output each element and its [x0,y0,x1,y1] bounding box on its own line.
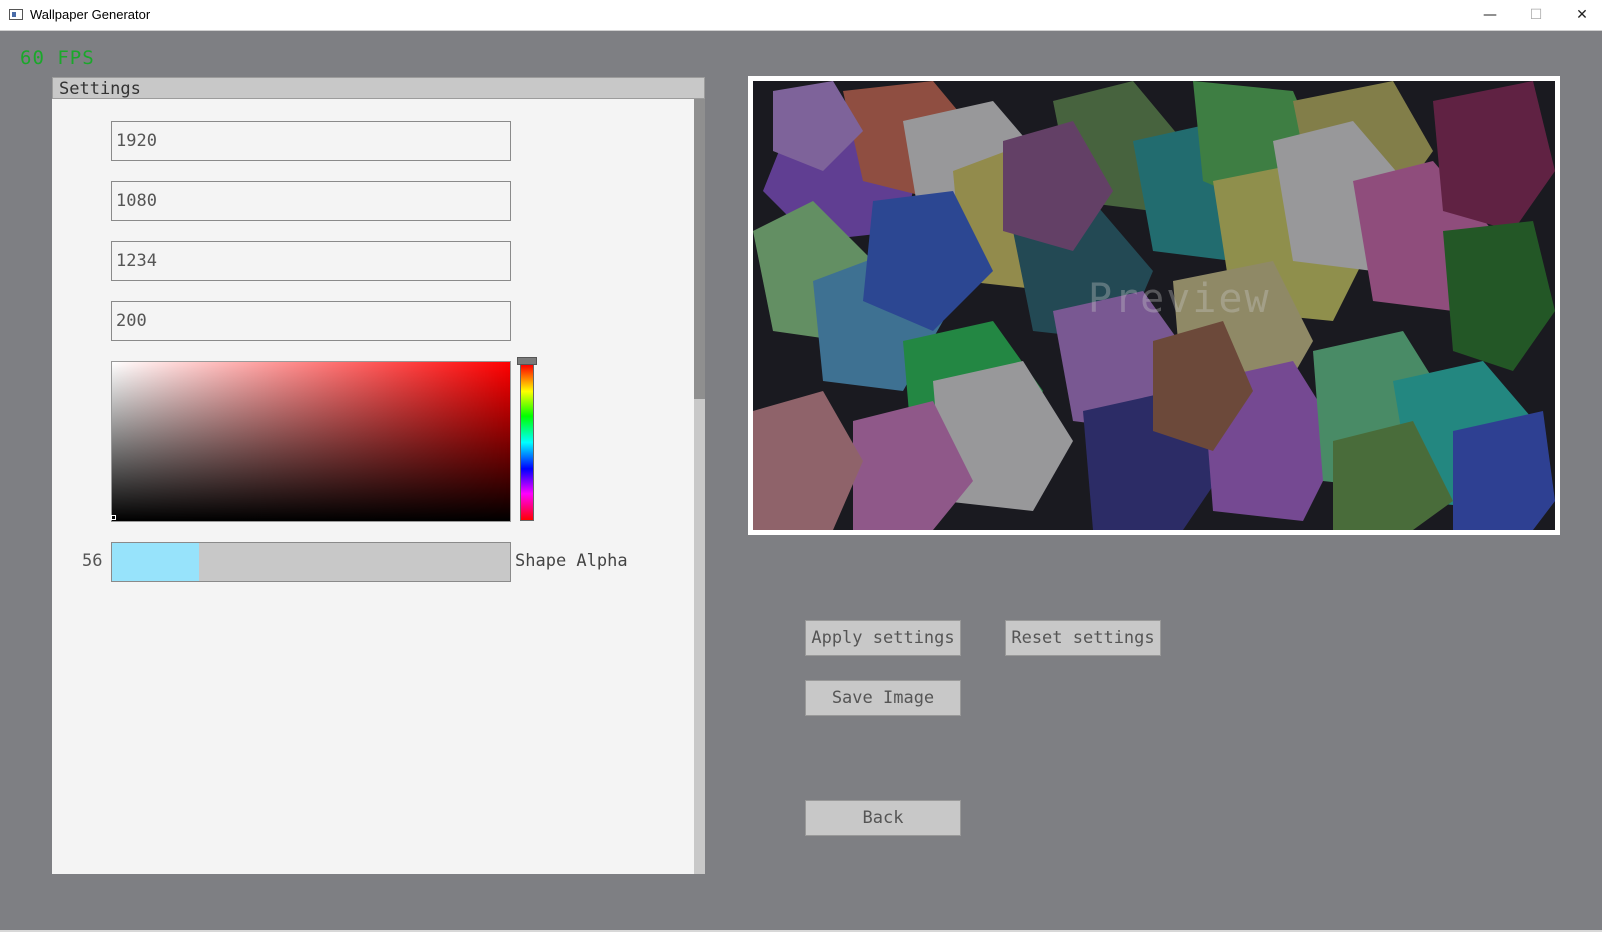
preview-image: Preview [753,81,1555,530]
close-button[interactable]: ✕ [1559,0,1602,30]
height-input[interactable] [111,181,511,221]
hue-slider-handle[interactable] [517,357,537,365]
shape-alpha-label: Shape Alpha [515,551,628,571]
settings-header[interactable]: Settings [52,77,705,99]
window-title: Wallpaper Generator [30,7,151,22]
reset-settings-button[interactable]: Reset settings [1005,620,1161,656]
color-picker-cursor[interactable] [111,515,116,520]
fps-counter: 60 FPS [20,47,95,69]
color-picker-square[interactable] [111,361,511,522]
settings-scrollbar-thumb[interactable] [694,99,705,399]
shape-alpha-value: 56 [82,551,103,571]
title-bar: Wallpaper Generator — ☐ ✕ [0,0,1602,31]
back-button[interactable]: Back [805,800,961,836]
width-input[interactable] [111,121,511,161]
settings-scrollbar-track[interactable] [694,399,705,874]
settings-title: Settings [59,79,141,99]
seed-input[interactable] [111,241,511,281]
shape-count-input[interactable] [111,301,511,341]
maximize-button[interactable]: ☐ [1513,0,1559,30]
hue-slider[interactable] [520,364,534,521]
shape-alpha-fill [112,543,200,581]
minimize-button[interactable]: — [1467,0,1513,30]
shape-alpha-slider[interactable] [111,542,511,582]
preview-label: Preview [1088,276,1271,322]
save-image-button[interactable]: Save Image [805,680,961,716]
apply-settings-button[interactable]: Apply settings [805,620,961,656]
app-icon [9,9,23,20]
preview-frame: Preview [748,76,1560,535]
